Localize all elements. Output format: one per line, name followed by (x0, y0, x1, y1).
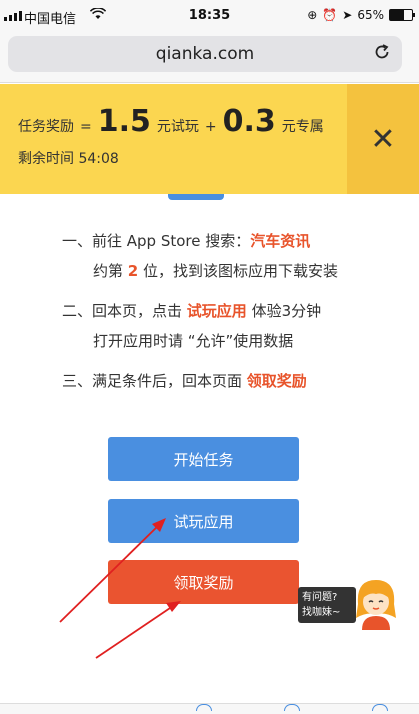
step-2-line2: 打开应用时请 “允许”使用数据 (93, 332, 294, 350)
browser-bottom-toolbar (0, 703, 419, 714)
help-line-2: 找咖妹~ (302, 607, 341, 618)
trial-amount: 1.5 (97, 104, 151, 139)
status-bar: 中国电信 18:35 ⊕ ⏰ ➤ 65% (0, 0, 419, 32)
share-icon[interactable] (196, 704, 212, 711)
step-1-prefix: 一、前往 App Store 搜索： (62, 232, 251, 250)
location-icon: ➤ (342, 8, 353, 22)
step-2: 二、回本页，点击 试玩应用 体验3分钟 打开应用时请 “允许”使用数据 (62, 296, 338, 356)
reload-icon[interactable] (372, 42, 392, 67)
help-line-1: 有问题? (302, 592, 338, 603)
address-bar[interactable]: qianka.com (8, 36, 402, 72)
step-1-rank: 2 (127, 262, 139, 280)
step-2-action: 试玩应用 (186, 302, 247, 320)
close-banner-button[interactable]: ✕ (347, 84, 419, 194)
bonus-unit: 元专属 (281, 119, 324, 135)
countdown-value: 54:08 (78, 151, 119, 167)
reward-summary: 任务奖励 = 1.5 元试玩 + 0.3 元专属 (18, 104, 324, 139)
claim-reward-button[interactable]: 领取奖励 (108, 560, 299, 604)
reward-plus: + (204, 119, 217, 135)
alarm-icon: ⏰ (322, 8, 338, 22)
status-right-group: ⊕ ⏰ ➤ 65% (307, 8, 415, 22)
countdown: 剩余时间 54:08 (18, 148, 119, 168)
battery-icon (389, 9, 415, 21)
orientation-lock-icon: ⊕ (307, 8, 318, 22)
assistant-avatar-icon[interactable] (352, 574, 400, 630)
arrow-to-claim-button (95, 601, 181, 659)
trial-unit: 元试玩 (156, 119, 199, 135)
start-task-button[interactable]: 开始任务 (108, 437, 299, 481)
battery-fill (390, 10, 405, 20)
tabs-icon[interactable] (372, 704, 388, 711)
step-1-keyword: 汽车资讯 (250, 232, 311, 250)
app-icon-partial (168, 194, 224, 200)
step-1-line2-prefix: 约第 (93, 262, 128, 280)
trial-app-button[interactable]: 试玩应用 (108, 499, 299, 543)
step-3-prefix: 三、满足条件后，回本页面 (62, 372, 247, 390)
reward-banner: 任务奖励 = 1.5 元试玩 + 0.3 元专属 剩余时间 54:08 ✕ (0, 84, 419, 194)
url-text[interactable]: qianka.com (8, 44, 402, 64)
step-2-prefix: 二、回本页，点击 (62, 302, 187, 320)
step-1-line2-suffix: 位，找到该图标应用下载安装 (138, 262, 338, 280)
battery-percent: 65% (357, 8, 384, 22)
countdown-label: 剩余时间 (18, 151, 74, 167)
reward-equals: = (80, 119, 92, 135)
close-icon: ✕ (370, 121, 396, 157)
reward-label: 任务奖励 (18, 119, 74, 135)
step-1: 一、前往 App Store 搜索：汽车资讯 约第 2 位，找到该图标应用下载安… (62, 226, 338, 286)
browser-toolbar: qianka.com (0, 32, 419, 83)
step-3-action: 领取奖励 (246, 372, 307, 390)
step-2-suffix: 体验3分钟 (246, 302, 322, 320)
bookmarks-icon[interactable] (284, 704, 300, 711)
help-bubble[interactable]: 有问题? 找咖妹~ (298, 587, 356, 623)
step-3: 三、满足条件后，回本页面 领取奖励 (62, 366, 338, 396)
bonus-amount: 0.3 (222, 104, 276, 139)
task-steps: 一、前往 App Store 搜索：汽车资讯 约第 2 位，找到该图标应用下载安… (62, 226, 338, 406)
